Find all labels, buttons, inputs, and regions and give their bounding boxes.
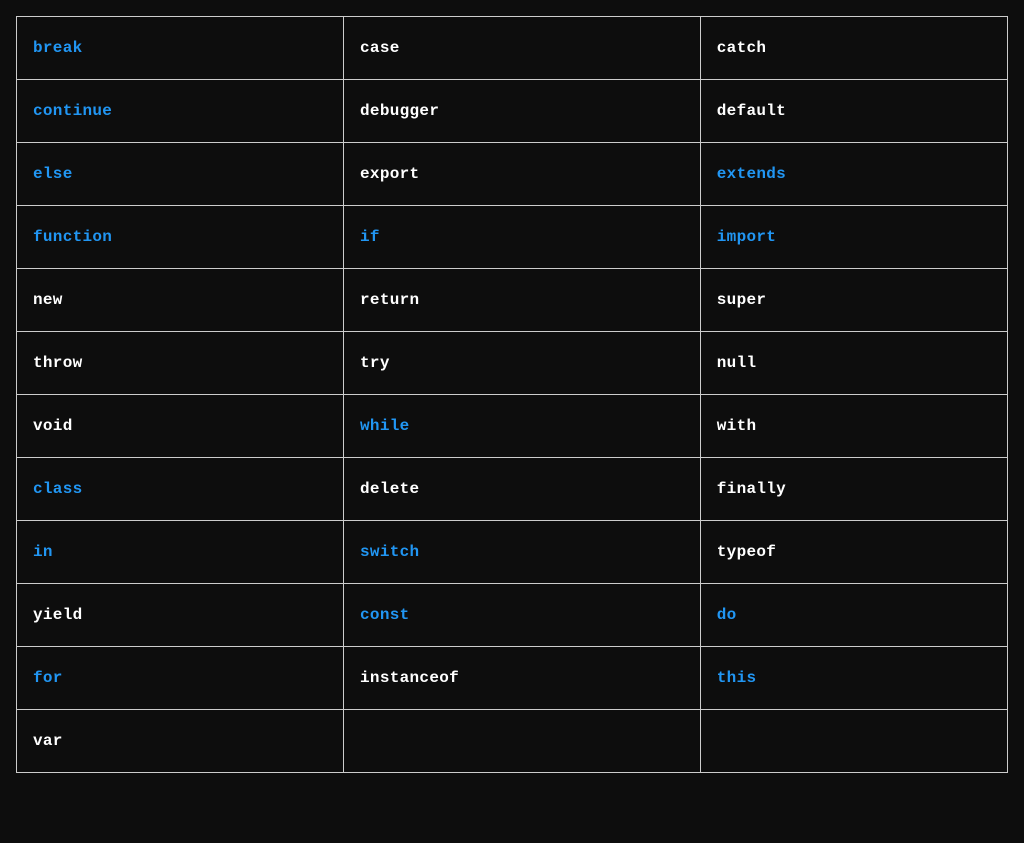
- keyword-link-cell[interactable]: import: [700, 206, 1007, 269]
- keyword-link-cell[interactable]: this: [700, 647, 1007, 710]
- table-row: inswitchtypeof: [17, 521, 1008, 584]
- keyword-link-cell[interactable]: else: [17, 143, 344, 206]
- keyword-cell: export: [344, 143, 701, 206]
- table-row: throwtrynull: [17, 332, 1008, 395]
- keywords-table: breakcasecatchcontinuedebuggerdefaultels…: [16, 16, 1008, 773]
- keyword-cell: var: [17, 710, 344, 773]
- table-row: forinstanceofthis: [17, 647, 1008, 710]
- keyword-link-cell[interactable]: for: [17, 647, 344, 710]
- keyword-cell: [344, 710, 701, 773]
- table-row: yieldconstdo: [17, 584, 1008, 647]
- table-row: continuedebuggerdefault: [17, 80, 1008, 143]
- keyword-link-cell[interactable]: in: [17, 521, 344, 584]
- keyword-link-cell[interactable]: const: [344, 584, 701, 647]
- keyword-link-cell[interactable]: if: [344, 206, 701, 269]
- keyword-link-cell[interactable]: break: [17, 17, 344, 80]
- keyword-link-cell[interactable]: extends: [700, 143, 1007, 206]
- table-row: voidwhilewith: [17, 395, 1008, 458]
- keyword-cell: throw: [17, 332, 344, 395]
- keyword-cell: new: [17, 269, 344, 332]
- keyword-cell: yield: [17, 584, 344, 647]
- keyword-link-cell[interactable]: function: [17, 206, 344, 269]
- keyword-link-cell[interactable]: class: [17, 458, 344, 521]
- keyword-cell: void: [17, 395, 344, 458]
- keyword-link-cell[interactable]: switch: [344, 521, 701, 584]
- keyword-cell: instanceof: [344, 647, 701, 710]
- keyword-link-cell[interactable]: continue: [17, 80, 344, 143]
- table-row: classdeletefinally: [17, 458, 1008, 521]
- keyword-cell: null: [700, 332, 1007, 395]
- table-row: newreturnsuper: [17, 269, 1008, 332]
- table-row: elseexportextends: [17, 143, 1008, 206]
- keyword-cell: debugger: [344, 80, 701, 143]
- keyword-link-cell[interactable]: do: [700, 584, 1007, 647]
- keyword-cell: try: [344, 332, 701, 395]
- keyword-cell: [700, 710, 1007, 773]
- keyword-cell: super: [700, 269, 1007, 332]
- keyword-cell: typeof: [700, 521, 1007, 584]
- table-row: breakcasecatch: [17, 17, 1008, 80]
- keyword-cell: finally: [700, 458, 1007, 521]
- keyword-cell: with: [700, 395, 1007, 458]
- keyword-cell: return: [344, 269, 701, 332]
- table-row: var: [17, 710, 1008, 773]
- keyword-cell: case: [344, 17, 701, 80]
- keyword-cell: delete: [344, 458, 701, 521]
- table-row: functionifimport: [17, 206, 1008, 269]
- keyword-link-cell[interactable]: while: [344, 395, 701, 458]
- keyword-cell: default: [700, 80, 1007, 143]
- keyword-cell: catch: [700, 17, 1007, 80]
